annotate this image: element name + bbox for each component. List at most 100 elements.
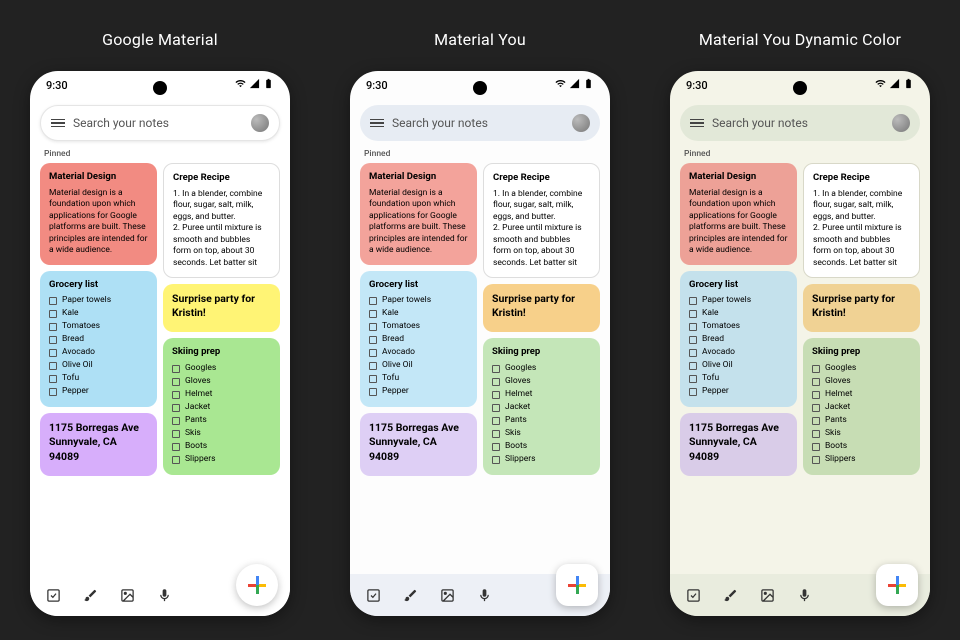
note-address[interactable]: 1175 Borregas Ave Sunnyvale, CA 94089 [360, 413, 477, 476]
search-bar[interactable]: Search your notes [680, 105, 920, 141]
mic-icon[interactable] [477, 588, 492, 603]
checkbox-icon[interactable] [369, 375, 377, 383]
avatar[interactable] [572, 114, 590, 132]
checklist-item[interactable]: Bread [49, 334, 148, 345]
checkbox-icon[interactable] [689, 323, 697, 331]
menu-icon[interactable] [690, 119, 704, 128]
image-icon[interactable] [760, 588, 775, 603]
checklist-item[interactable]: Skis [172, 428, 271, 439]
checklist-item[interactable]: Paper towels [689, 295, 788, 306]
checkbox-icon[interactable] [492, 443, 500, 451]
checklist-item[interactable]: Tomatoes [49, 321, 148, 332]
checkbox-icon[interactable] [689, 336, 697, 344]
checklist-icon[interactable] [686, 588, 701, 603]
checkbox-icon[interactable] [172, 443, 180, 451]
avatar[interactable] [892, 114, 910, 132]
checklist-item[interactable]: Slippers [172, 454, 271, 465]
checkbox-icon[interactable] [172, 391, 180, 399]
image-icon[interactable] [120, 588, 135, 603]
note-crepe-recipe[interactable]: Crepe Recipe 1. In a blender, combine fl… [803, 163, 920, 278]
draw-icon[interactable] [83, 588, 98, 603]
search-bar[interactable]: Search your notes [40, 105, 280, 141]
draw-icon[interactable] [403, 588, 418, 603]
checkbox-icon[interactable] [172, 456, 180, 464]
checkbox-icon[interactable] [172, 365, 180, 373]
checkbox-icon[interactable] [812, 404, 820, 412]
checkbox-icon[interactable] [812, 443, 820, 451]
checklist-item[interactable]: Tofu [689, 373, 788, 384]
checklist-item[interactable]: Kale [369, 308, 468, 319]
checkbox-icon[interactable] [492, 365, 500, 373]
checkbox-icon[interactable] [49, 323, 57, 331]
checkbox-icon[interactable] [369, 362, 377, 370]
menu-icon[interactable] [51, 119, 65, 128]
checkbox-icon[interactable] [369, 336, 377, 344]
checklist-item[interactable]: Jacket [172, 402, 271, 413]
checkbox-icon[interactable] [492, 404, 500, 412]
note-surprise-party[interactable]: Surprise party for Kristin! [483, 284, 600, 332]
checkbox-icon[interactable] [172, 378, 180, 386]
note-material-design[interactable]: Material Design Material design is a fou… [360, 163, 477, 265]
checklist-item[interactable]: Tofu [369, 373, 468, 384]
checklist-item[interactable]: Jacket [492, 402, 591, 413]
checkbox-icon[interactable] [172, 417, 180, 425]
note-skiing-prep[interactable]: Skiing prep GooglesGlovesHelmetJacketPan… [163, 338, 280, 475]
checklist-item[interactable]: Paper towels [369, 295, 468, 306]
checklist-item[interactable]: Gloves [812, 376, 911, 387]
checklist-item[interactable]: Helmet [812, 389, 911, 400]
checklist-item[interactable]: Tofu [49, 373, 148, 384]
image-icon[interactable] [440, 588, 455, 603]
checklist-item[interactable]: Skis [492, 428, 591, 439]
checkbox-icon[interactable] [689, 349, 697, 357]
checkbox-icon[interactable] [369, 323, 377, 331]
checklist-item[interactable]: Boots [172, 441, 271, 452]
checklist-item[interactable]: Boots [812, 441, 911, 452]
checklist-item[interactable]: Olive Oil [369, 360, 468, 371]
checkbox-icon[interactable] [689, 297, 697, 305]
note-skiing-prep[interactable]: Skiing prep GooglesGlovesHelmetJacketPan… [483, 338, 600, 475]
checklist-item[interactable]: Kale [689, 308, 788, 319]
checkbox-icon[interactable] [492, 456, 500, 464]
checklist-item[interactable]: Slippers [812, 454, 911, 465]
checklist-icon[interactable] [46, 588, 61, 603]
checklist-item[interactable]: Gloves [492, 376, 591, 387]
checklist-item[interactable]: Helmet [172, 389, 271, 400]
checkbox-icon[interactable] [369, 297, 377, 305]
note-grocery-list[interactable]: Grocery list Paper towelsKaleTomatoesBre… [680, 271, 797, 408]
note-grocery-list[interactable]: Grocery list Paper towelsKaleTomatoesBre… [40, 271, 157, 408]
add-note-button[interactable] [236, 564, 278, 606]
checklist-item[interactable]: Paper towels [49, 295, 148, 306]
add-note-button[interactable] [556, 564, 598, 606]
note-material-design[interactable]: Material Design Material design is a fou… [40, 163, 157, 265]
note-skiing-prep[interactable]: Skiing prep GooglesGlovesHelmetJacketPan… [803, 338, 920, 475]
checkbox-icon[interactable] [49, 362, 57, 370]
checkbox-icon[interactable] [812, 417, 820, 425]
checklist-icon[interactable] [366, 588, 381, 603]
checklist-item[interactable]: Pants [172, 415, 271, 426]
checklist-item[interactable]: Tomatoes [689, 321, 788, 332]
checkbox-icon[interactable] [49, 388, 57, 396]
checkbox-icon[interactable] [49, 375, 57, 383]
checkbox-icon[interactable] [812, 456, 820, 464]
checkbox-icon[interactable] [812, 391, 820, 399]
checklist-item[interactable]: Boots [492, 441, 591, 452]
checklist-item[interactable]: Pepper [369, 386, 468, 397]
checklist-item[interactable]: Skis [812, 428, 911, 439]
checkbox-icon[interactable] [689, 310, 697, 318]
checkbox-icon[interactable] [812, 365, 820, 373]
checkbox-icon[interactable] [172, 430, 180, 438]
note-surprise-party[interactable]: Surprise party for Kristin! [163, 284, 280, 332]
checkbox-icon[interactable] [492, 391, 500, 399]
add-note-button[interactable] [876, 564, 918, 606]
checklist-item[interactable]: Avocado [369, 347, 468, 358]
menu-icon[interactable] [370, 119, 384, 128]
checklist-item[interactable]: Googles [172, 363, 271, 374]
checklist-item[interactable]: Pants [492, 415, 591, 426]
search-placeholder[interactable]: Search your notes [73, 116, 243, 130]
checkbox-icon[interactable] [49, 336, 57, 344]
checklist-item[interactable]: Googles [492, 363, 591, 374]
note-crepe-recipe[interactable]: Crepe Recipe 1. In a blender, combine fl… [163, 163, 280, 278]
mic-icon[interactable] [157, 588, 172, 603]
checkbox-icon[interactable] [49, 349, 57, 357]
checklist-item[interactable]: Pepper [49, 386, 148, 397]
